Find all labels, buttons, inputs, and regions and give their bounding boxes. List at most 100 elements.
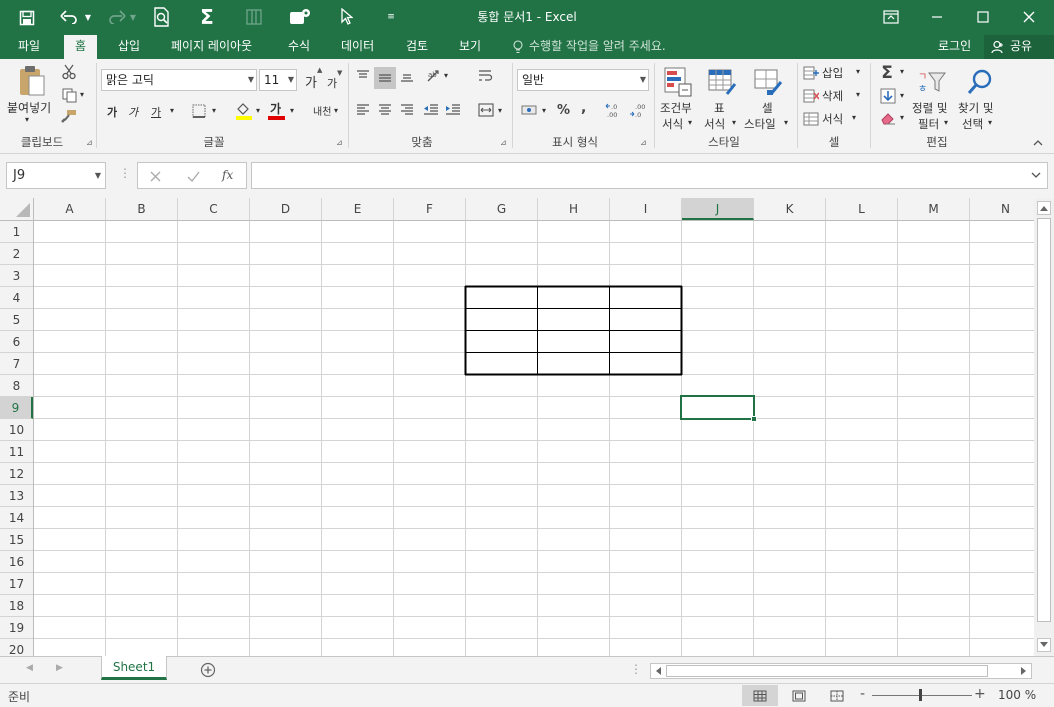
redo-icon[interactable] [106,7,128,27]
sheet-tab-sheet1[interactable]: Sheet1 [101,656,167,680]
undo-dropdown-icon[interactable]: ▼ [83,10,93,24]
font-color-dropdown-icon[interactable]: ▾ [290,106,294,115]
row-header-12[interactable]: 12 [0,463,33,485]
align-middle-icon[interactable] [374,67,396,89]
name-box[interactable]: J9 ▼ [6,162,106,189]
page-layout-view-icon[interactable] [788,685,810,706]
column-header-a[interactable]: A [34,198,106,220]
comma-style-button[interactable]: , [581,100,586,116]
column-header-b[interactable]: B [106,198,178,220]
insert-cells-button[interactable]: 삽입 ▾ [802,63,864,83]
format-as-table-button[interactable]: 표 서식 ▾ [702,63,740,131]
page-break-view-icon[interactable] [826,685,848,706]
close-icon[interactable] [1018,7,1040,27]
tab-review[interactable]: 검토 [406,35,428,59]
row-header-1[interactable]: 1 [0,221,33,243]
cell-grid[interactable] [34,221,1034,656]
column-header-k[interactable]: K [754,198,826,220]
autosum-ribbon-icon[interactable]: Σ [876,63,898,83]
column-header-n[interactable]: N [970,198,1042,220]
row-header-20[interactable]: 20 [0,639,33,656]
vertical-scrollbar[interactable] [1034,198,1054,656]
collapse-ribbon-icon[interactable] [1030,135,1046,149]
tab-file[interactable]: 파일 [18,35,40,59]
column-header-h[interactable]: H [538,198,610,220]
tab-home[interactable]: 홈 [64,35,98,59]
column-header-g[interactable]: G [466,198,538,220]
maximize-icon[interactable] [972,7,994,27]
bold-button[interactable]: 가 [107,104,117,120]
alignment-launcher-icon[interactable]: ⊿ [500,138,507,147]
phonetic-guide-button[interactable]: 내천 [313,103,331,118]
borders-dropdown-icon[interactable]: ▾ [212,106,216,115]
orientation-icon[interactable]: ab [424,67,444,85]
align-right-icon[interactable] [398,101,416,119]
column-header-d[interactable]: D [250,198,322,220]
next-sheet-icon[interactable]: ▶ [56,663,63,673]
row-header-19[interactable]: 19 [0,617,33,639]
clear-dropdown-icon[interactable]: ▾ [900,113,904,122]
row-header-13[interactable]: 13 [0,485,33,507]
customize-qat-icon[interactable]: ≡ [384,8,398,26]
tab-insert[interactable]: 삽입 [118,35,140,59]
horizontal-scroll-thumb[interactable] [666,665,988,677]
underline-button[interactable]: 가 [151,104,161,120]
tab-data[interactable]: 데이터 [341,35,374,59]
accounting-dropdown-icon[interactable]: ▾ [542,106,546,115]
autosum-dropdown-icon[interactable]: ▾ [900,67,904,76]
borders-icon[interactable] [190,102,208,120]
tell-me-search[interactable]: 수행할 작업을 알려 주세요. [529,35,666,59]
ribbon-display-options-icon[interactable] [880,7,902,27]
horizontal-scrollbar[interactable] [650,663,1032,679]
vertical-scroll-thumb[interactable] [1037,218,1051,622]
autosum-icon[interactable]: Σ [196,5,218,29]
italic-button[interactable]: 가 [128,104,138,120]
expand-formula-icon[interactable] [1031,163,1041,188]
row-header-2[interactable]: 2 [0,243,33,265]
fill-dropdown-icon[interactable]: ▾ [900,91,904,100]
fill-color-dropdown-icon[interactable]: ▾ [256,106,260,115]
column-header-c[interactable]: C [178,198,250,220]
zoom-in-button[interactable]: + [974,686,986,702]
minimize-icon[interactable] [926,7,948,27]
normal-view-icon[interactable] [742,685,778,706]
find-select-button[interactable]: 찾기 및 선택 ▾ [956,63,1004,131]
formula-bar-grip-icon[interactable]: ⋮ [119,166,131,180]
save-icon[interactable] [16,8,38,28]
font-name-select[interactable]: 맑은 고딕 ▼ [101,69,257,91]
fill-down-icon[interactable] [878,87,898,105]
row-header-9[interactable]: 9 [0,397,33,419]
prev-sheet-icon[interactable]: ◀ [26,663,33,673]
fill-color-icon[interactable] [234,100,254,122]
column-header-l[interactable]: L [826,198,898,220]
zoom-slider-track[interactable] [872,695,972,696]
row-header-17[interactable]: 17 [0,573,33,595]
number-launcher-icon[interactable]: ⊿ [640,138,647,147]
scroll-right-icon[interactable] [1017,664,1031,678]
row-header-10[interactable]: 10 [0,419,33,441]
row-header-6[interactable]: 6 [0,331,33,353]
orientation-dropdown-icon[interactable]: ▾ [444,71,448,80]
formula-input[interactable] [251,162,1048,189]
font-size-select[interactable]: 11 ▼ [259,69,297,91]
format-painter-icon[interactable] [60,107,78,125]
undo-icon[interactable] [58,7,80,27]
row-header-18[interactable]: 18 [0,595,33,617]
delete-cells-button[interactable]: 삭제 ▾ [802,86,864,106]
pointer-mode-icon[interactable] [337,6,357,28]
copy-icon[interactable] [60,86,78,104]
name-box-dropdown-icon[interactable]: ▼ [95,163,101,188]
share-button[interactable]: 공유 [984,35,1054,59]
merge-dropdown-icon[interactable]: ▾ [498,106,502,115]
scroll-up-icon[interactable] [1037,201,1051,215]
format-cells-button[interactable]: 서식 ▾ [802,109,864,129]
select-all-button[interactable] [0,198,34,220]
grow-font-button[interactable]: 가 [305,72,317,91]
tab-formulas[interactable]: 수식 [288,35,310,59]
sort-filter-button[interactable]: ㄱㅎ 정렬 및 필터 ▾ [910,63,956,131]
align-center-icon[interactable] [376,101,394,119]
row-header-4[interactable]: 4 [0,287,33,309]
paste-button[interactable]: 붙여넣기 ▾ [5,62,55,130]
row-header-11[interactable]: 11 [0,441,33,463]
phonetic-dropdown-icon[interactable]: ▾ [334,106,338,115]
